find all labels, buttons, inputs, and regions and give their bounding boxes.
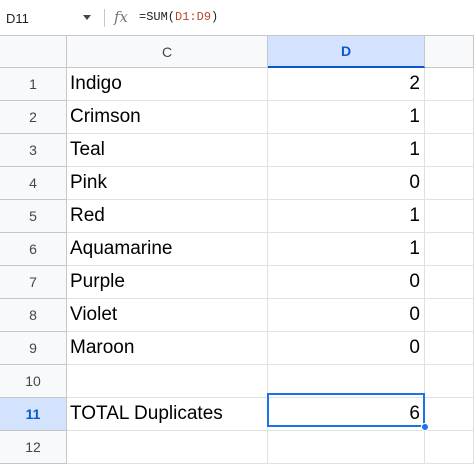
cell-c[interactable]: Red	[67, 200, 268, 233]
row-header[interactable]: 11	[0, 398, 67, 431]
table-row: 10	[0, 365, 474, 398]
name-box-value: D11	[6, 10, 29, 26]
formula-prefix: =SUM(	[139, 10, 176, 24]
cell-d[interactable]: 1	[268, 233, 425, 266]
cell-e[interactable]	[425, 134, 474, 167]
table-row: 3 Teal 1	[0, 134, 474, 167]
cell-e[interactable]	[425, 365, 474, 398]
cell-c[interactable]: Aquamarine	[67, 233, 268, 266]
formula-suffix: )	[211, 10, 219, 24]
row-header[interactable]: 12	[0, 431, 67, 464]
chevron-down-icon[interactable]	[83, 15, 91, 20]
formula-bar-divider	[104, 9, 105, 27]
cell-d[interactable]: 1	[268, 134, 425, 167]
cell-d[interactable]	[268, 365, 425, 398]
formula-bar: D11 fx =SUM(D1:D9)	[0, 0, 474, 36]
table-row: 6 Aquamarine 1	[0, 233, 474, 266]
cell-c[interactable]: Purple	[67, 266, 268, 299]
cell-e[interactable]	[425, 68, 474, 101]
table-row: 1 Indigo 2	[0, 68, 474, 101]
cell-c[interactable]	[67, 431, 268, 464]
cell-d[interactable]	[268, 431, 425, 464]
row-header[interactable]: 3	[0, 134, 67, 167]
table-row: 7 Purple 0	[0, 266, 474, 299]
row-header[interactable]: 2	[0, 101, 67, 134]
cell-d[interactable]: 0	[268, 266, 425, 299]
table-row: 8 Violet 0	[0, 299, 474, 332]
spreadsheet-grid: C D 1 Indigo 2 2 Crimson 1 3 Teal 1 4 Pink 0 5 Red 1 6 A…	[0, 36, 474, 474]
cell-d[interactable]: 0	[268, 299, 425, 332]
row-header[interactable]: 10	[0, 365, 67, 398]
column-header-d[interactable]: D	[268, 36, 425, 68]
column-header-e[interactable]	[425, 36, 474, 68]
cell-c[interactable]: Maroon	[67, 332, 268, 365]
table-row: 4 Pink 0	[0, 167, 474, 200]
formula-input[interactable]: =SUM(D1:D9)	[139, 10, 218, 24]
cell-e[interactable]	[425, 332, 474, 365]
table-row: 5 Red 1	[0, 200, 474, 233]
cell-e[interactable]	[425, 101, 474, 134]
row-header[interactable]: 4	[0, 167, 67, 200]
row-header[interactable]: 1	[0, 68, 67, 101]
cell-e[interactable]	[425, 200, 474, 233]
cell-d[interactable]: 2	[268, 68, 425, 101]
cell-d[interactable]: 0	[268, 167, 425, 200]
cell-d[interactable]: 6	[268, 398, 425, 431]
row-header[interactable]: 7	[0, 266, 67, 299]
fill-handle[interactable]	[421, 423, 429, 431]
cell-c[interactable]: Teal	[67, 134, 268, 167]
fx-icon: fx	[114, 8, 129, 26]
table-row: 2 Crimson 1	[0, 101, 474, 134]
row-header[interactable]: 9	[0, 332, 67, 365]
cell-e[interactable]	[425, 299, 474, 332]
formula-range: D1:D9	[175, 10, 212, 24]
cell-e[interactable]	[425, 233, 474, 266]
cell-c[interactable]: Violet	[67, 299, 268, 332]
cell-d[interactable]: 0	[268, 332, 425, 365]
column-header-c[interactable]: C	[67, 36, 268, 68]
table-row: 11 TOTAL Duplicates 6	[0, 398, 474, 431]
row-header[interactable]: 8	[0, 299, 67, 332]
cell-e[interactable]	[425, 398, 474, 431]
cell-c[interactable]: Pink	[67, 167, 268, 200]
table-row: 9 Maroon 0	[0, 332, 474, 365]
cell-c[interactable]: Indigo	[67, 68, 268, 101]
cell-d[interactable]: 1	[268, 200, 425, 233]
row-header[interactable]: 5	[0, 200, 67, 233]
cell-e[interactable]	[425, 167, 474, 200]
row-header[interactable]: 6	[0, 233, 67, 266]
cell-e[interactable]	[425, 266, 474, 299]
cell-c[interactable]: Crimson	[67, 101, 268, 134]
table-row: 12	[0, 431, 474, 464]
cell-e[interactable]	[425, 431, 474, 464]
select-all-corner[interactable]	[0, 36, 67, 68]
cell-c[interactable]	[67, 365, 268, 398]
cell-c[interactable]: TOTAL Duplicates	[67, 398, 268, 431]
cell-d[interactable]: 1	[268, 101, 425, 134]
